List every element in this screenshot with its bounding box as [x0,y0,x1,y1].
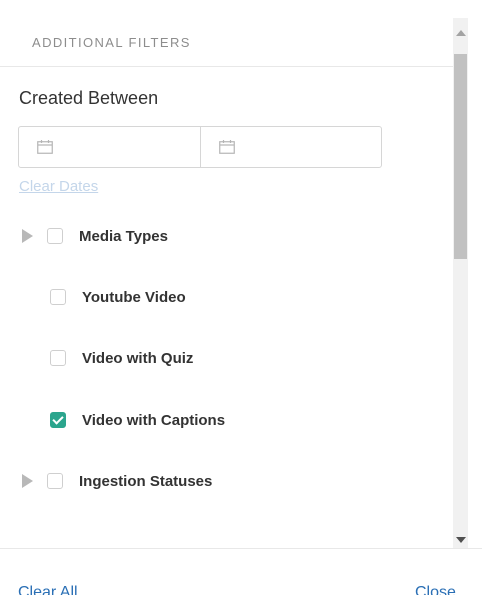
filters-scroll-area: ADDITIONAL FILTERS Created Between Clear… [0,0,453,548]
youtube-video-checkbox[interactable] [50,289,66,305]
panel-footer: Clear All Close [0,548,482,595]
filter-label: Video with Quiz [82,349,194,367]
end-date-input[interactable] [199,127,382,167]
filter-label: Media Types [79,227,168,245]
video-with-captions-checkbox[interactable] [50,412,66,428]
clear-dates-link[interactable]: Clear Dates [19,178,98,195]
filter-label: Video with Captions [82,411,226,429]
filter-label: Ingestion Statuses [79,472,213,490]
filter-label: Youtube Video [82,288,186,306]
panel-title: ADDITIONAL FILTERS [32,35,191,50]
filter-row-video-with-quiz: Video with Quiz [50,346,193,370]
calendar-icon [218,140,235,154]
calendar-icon [37,140,53,154]
ingestion-statuses-checkbox[interactable] [47,473,63,489]
additional-filters-panel: ADDITIONAL FILTERS Created Between Clear… [0,0,482,595]
scroll-up-arrow-icon[interactable] [456,30,466,36]
start-date-input[interactable] [19,127,200,167]
video-with-quiz-checkbox[interactable] [50,350,66,366]
filter-row-youtube-video: Youtube Video [50,285,186,309]
close-link[interactable]: Close [415,584,456,595]
filter-row-media-types: Media Types [22,224,168,248]
filter-row-video-with-captions: Video with Captions [50,408,225,432]
scroll-down-arrow-icon[interactable] [456,537,466,543]
panel-header: ADDITIONAL FILTERS [0,0,453,67]
media-types-checkbox[interactable] [47,228,63,244]
filter-row-ingestion-statuses: Ingestion Statuses [22,469,212,493]
expand-caret-icon[interactable] [22,474,33,488]
created-between-label: Created Between [19,88,159,108]
expand-caret-icon[interactable] [22,229,33,243]
clear-all-link[interactable]: Clear All [18,584,78,595]
date-range-picker [18,126,382,168]
vertical-scrollbar[interactable] [453,18,468,548]
scrollbar-thumb[interactable] [454,54,467,259]
